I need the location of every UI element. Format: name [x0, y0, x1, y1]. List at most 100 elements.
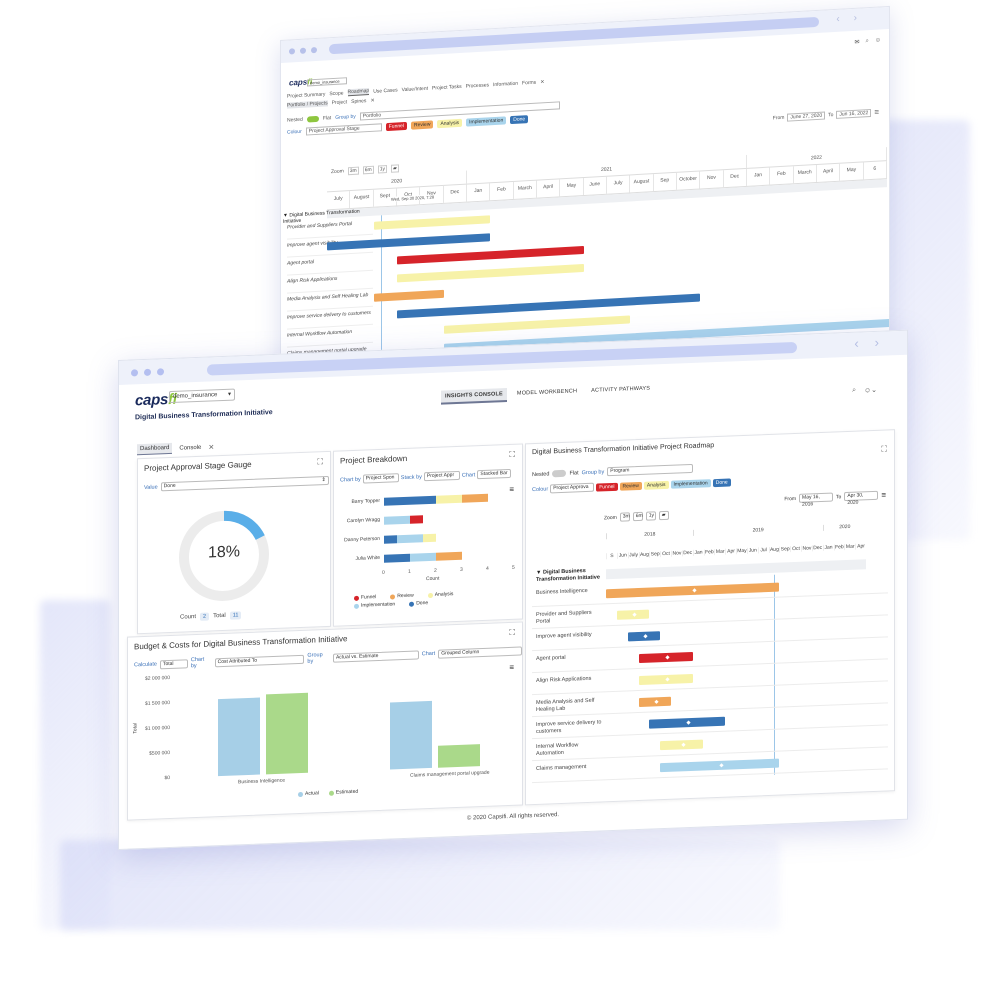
- budget-column: [266, 692, 308, 775]
- x-axis-label: Count: [426, 575, 440, 583]
- budget-panel: Budget & Costs for Digital Business Tran…: [127, 621, 523, 821]
- tab-insights-console[interactable]: INSIGHTS CONSOLE: [441, 388, 507, 405]
- budget-column: [218, 697, 260, 777]
- roadmap-row-label: Improve service delivery to customers: [536, 719, 602, 735]
- legend-item: Review: [390, 593, 414, 600]
- month-label: Oct: [660, 550, 671, 558]
- dot[interactable]: [311, 46, 317, 54]
- back-tab[interactable]: Information: [493, 80, 518, 87]
- roadmap-row-label: Provider and Suppliers Portal: [536, 609, 592, 625]
- window-controls: [131, 368, 164, 377]
- back-gantt-bar: [397, 264, 584, 283]
- to-date[interactable]: Jun 16, 2022: [836, 108, 872, 119]
- month-label: Sep: [649, 551, 661, 558]
- y-tick-label: $2 000 000: [144, 675, 170, 682]
- back-tab[interactable]: Forms: [522, 79, 536, 86]
- nav-arrows[interactable]: ‹›: [836, 12, 871, 25]
- tenant-select[interactable]: demo_insurance ▾: [169, 388, 235, 404]
- back-tab[interactable]: Project Tasks: [432, 83, 462, 91]
- value-select[interactable]: Done ⇕: [160, 475, 329, 492]
- dot[interactable]: [131, 369, 138, 377]
- dot[interactable]: [289, 48, 295, 55]
- zoom-1y[interactable]: 1y: [377, 165, 387, 174]
- month-label: Apr: [855, 543, 866, 550]
- back-subtab[interactable]: Project: [332, 99, 348, 106]
- front-browser-window: ‹ › capsfi demo_insurance ▾ Digital Busine…: [118, 329, 908, 851]
- close-icon[interactable]: ✕: [208, 443, 214, 451]
- y-tick-label: $1 500 000: [144, 700, 170, 707]
- gauge-title: Project Approval Stage Gauge: [144, 459, 252, 474]
- back-subtab[interactable]: Portfolio / Projects: [287, 100, 328, 109]
- month-label: Mar: [844, 543, 856, 551]
- month-cell: May: [560, 178, 584, 197]
- from-label: From: [772, 114, 785, 121]
- tenant-value: demo_insurance: [173, 392, 218, 400]
- legend-item: Analysis: [427, 591, 453, 598]
- month-cell: August: [630, 174, 654, 193]
- user-icon[interactable]: ☺⌄: [864, 386, 877, 395]
- back-tab[interactable]: Processes: [466, 82, 489, 89]
- gauge-percent: 18%: [207, 543, 241, 562]
- bar-category-label: Danny Peterson: [344, 535, 380, 544]
- back-header-icons: ✉ ⌕ ☺: [854, 37, 881, 45]
- address-bar[interactable]: [329, 16, 819, 55]
- month-label: Jan: [822, 544, 834, 551]
- roadmap-row-label: Improve agent visibility: [536, 631, 592, 640]
- search-icon[interactable]: ⌕: [865, 38, 868, 45]
- forward-arrow-icon[interactable]: ›: [875, 335, 879, 350]
- legend-label: Funnel: [361, 594, 377, 601]
- tab-activity-pathways[interactable]: ACTIVITY PATHWAYS: [587, 382, 654, 399]
- search-icon[interactable]: ⌕: [852, 387, 856, 395]
- mail-icon[interactable]: ✉: [854, 39, 859, 46]
- back-tenant-select[interactable]: demo_insurance: [307, 77, 347, 87]
- stacked-bar-segment: [423, 533, 436, 543]
- back-tab[interactable]: Use Cases: [373, 87, 397, 94]
- nested-toggle[interactable]: [306, 115, 319, 123]
- gauge-count-row: Count 2 Total 11: [180, 611, 242, 621]
- x-tick-label: 4: [486, 565, 489, 572]
- user-icon[interactable]: ☺: [875, 37, 881, 44]
- expand-icon[interactable]: ⛶: [317, 457, 323, 467]
- background-glow: [60, 840, 780, 930]
- dot[interactable]: [157, 368, 164, 376]
- tab-console[interactable]: Console: [176, 442, 204, 453]
- flat-label: Flat: [322, 115, 332, 122]
- back-tab[interactable]: Project Summary: [287, 91, 325, 99]
- stacked-bar-segment: [384, 553, 410, 563]
- dot[interactable]: [300, 47, 306, 54]
- close-icon[interactable]: ✕: [370, 98, 374, 104]
- chart-icon[interactable]: ▰: [390, 164, 399, 173]
- x-tick-label: 2: [434, 567, 437, 574]
- back-arrow-icon[interactable]: ‹: [854, 336, 858, 351]
- zoom-6m[interactable]: 6m: [362, 165, 374, 175]
- back-tab-active[interactable]: Roadmap: [347, 88, 370, 97]
- colour-select[interactable]: Project Approval Stage: [305, 123, 382, 136]
- back-tab[interactable]: Scope: [329, 90, 343, 97]
- month-label: Feb: [833, 544, 845, 551]
- dot[interactable]: [144, 368, 151, 377]
- from-date[interactable]: June 27, 2020: [787, 111, 826, 122]
- stacked-bar-segment: [410, 515, 423, 524]
- legend-estimated: Estimated: [328, 789, 358, 796]
- month-cell: Feb: [770, 166, 794, 185]
- stacked-bar-segment: [397, 534, 423, 544]
- gauge-chart: 18%: [174, 504, 274, 608]
- tab-model-workbench[interactable]: MODEL WORKBENCH: [513, 385, 581, 402]
- month-label: Jul: [757, 547, 769, 554]
- month-label: Feb: [703, 549, 715, 556]
- legend-dot: [409, 601, 415, 607]
- menu-icon[interactable]: ≡: [874, 108, 879, 117]
- bar-category-label: Barry Topper: [351, 497, 380, 506]
- group-by-select[interactable]: Portfolio: [359, 101, 560, 121]
- back-subtab[interactable]: Spines: [351, 98, 366, 105]
- close-icon[interactable]: ✕: [540, 79, 544, 85]
- month-cell: April: [536, 179, 561, 198]
- legend-actual: Actual: [298, 790, 319, 797]
- group-label: ▼ Digital Business Transformation Initia…: [536, 568, 600, 583]
- tab-dashboard[interactable]: Dashboard: [137, 442, 173, 456]
- gauge-panel: Project Approval Stage Gauge ⛶ Value Don…: [137, 450, 331, 635]
- year-label: 2019: [692, 524, 823, 536]
- back-tab[interactable]: Value/Intent: [402, 85, 428, 92]
- stage-chip-review: Review: [411, 120, 434, 130]
- zoom-3m[interactable]: 3m: [347, 166, 359, 176]
